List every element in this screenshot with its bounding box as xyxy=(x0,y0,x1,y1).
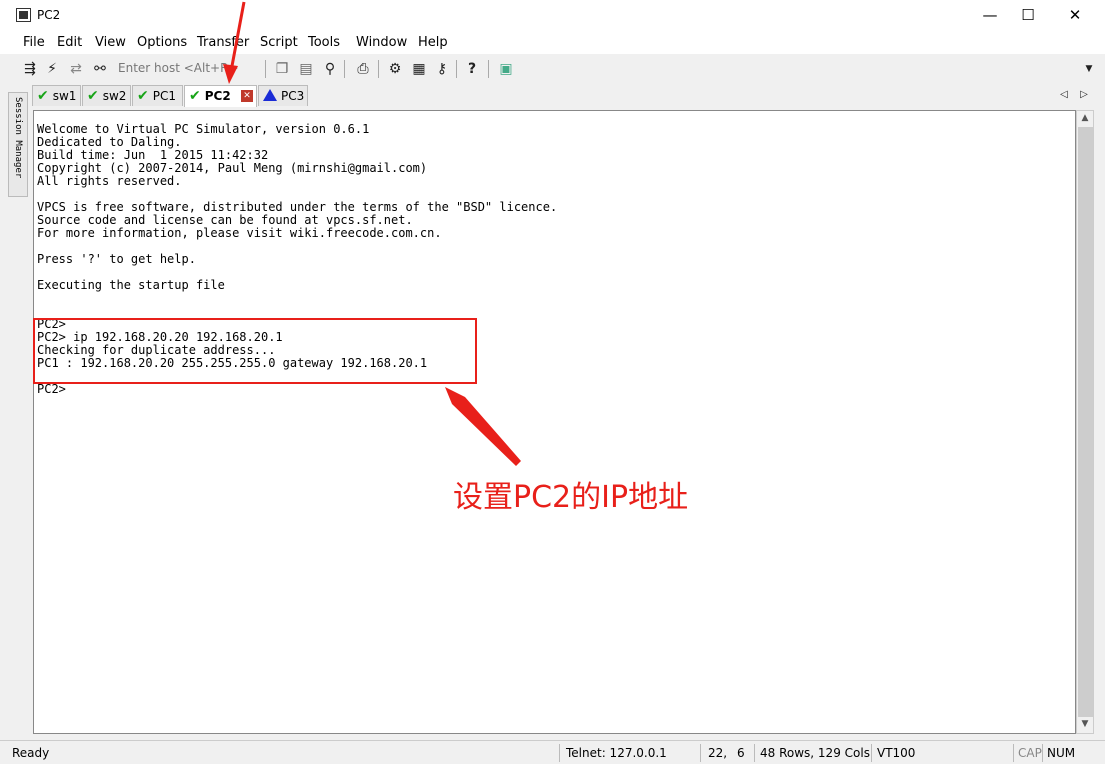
annotation-arrows xyxy=(223,1,521,466)
status-caps: CAP xyxy=(1018,746,1042,760)
annotation-label: 设置PC2的IP地址 xyxy=(453,480,689,515)
status-numlock: NUM xyxy=(1047,746,1076,760)
status-cursor-row: 22, xyxy=(708,746,728,760)
status-size: 48 Rows, 129 Cols xyxy=(760,746,870,760)
status-connection: Telnet: 127.0.0.1 xyxy=(566,746,667,760)
status-emulation: VT100 xyxy=(877,746,916,760)
arrow-to-tab-line xyxy=(230,1,246,67)
status-ready: Ready xyxy=(12,746,50,760)
arrow-to-tab-head xyxy=(223,64,238,84)
arrow-to-box xyxy=(445,387,521,466)
status-cursor-col: 6 xyxy=(737,746,745,760)
status-bar: Ready Telnet: 127.0.0.1 22, 6 48 Rows, 1… xyxy=(0,740,1105,764)
